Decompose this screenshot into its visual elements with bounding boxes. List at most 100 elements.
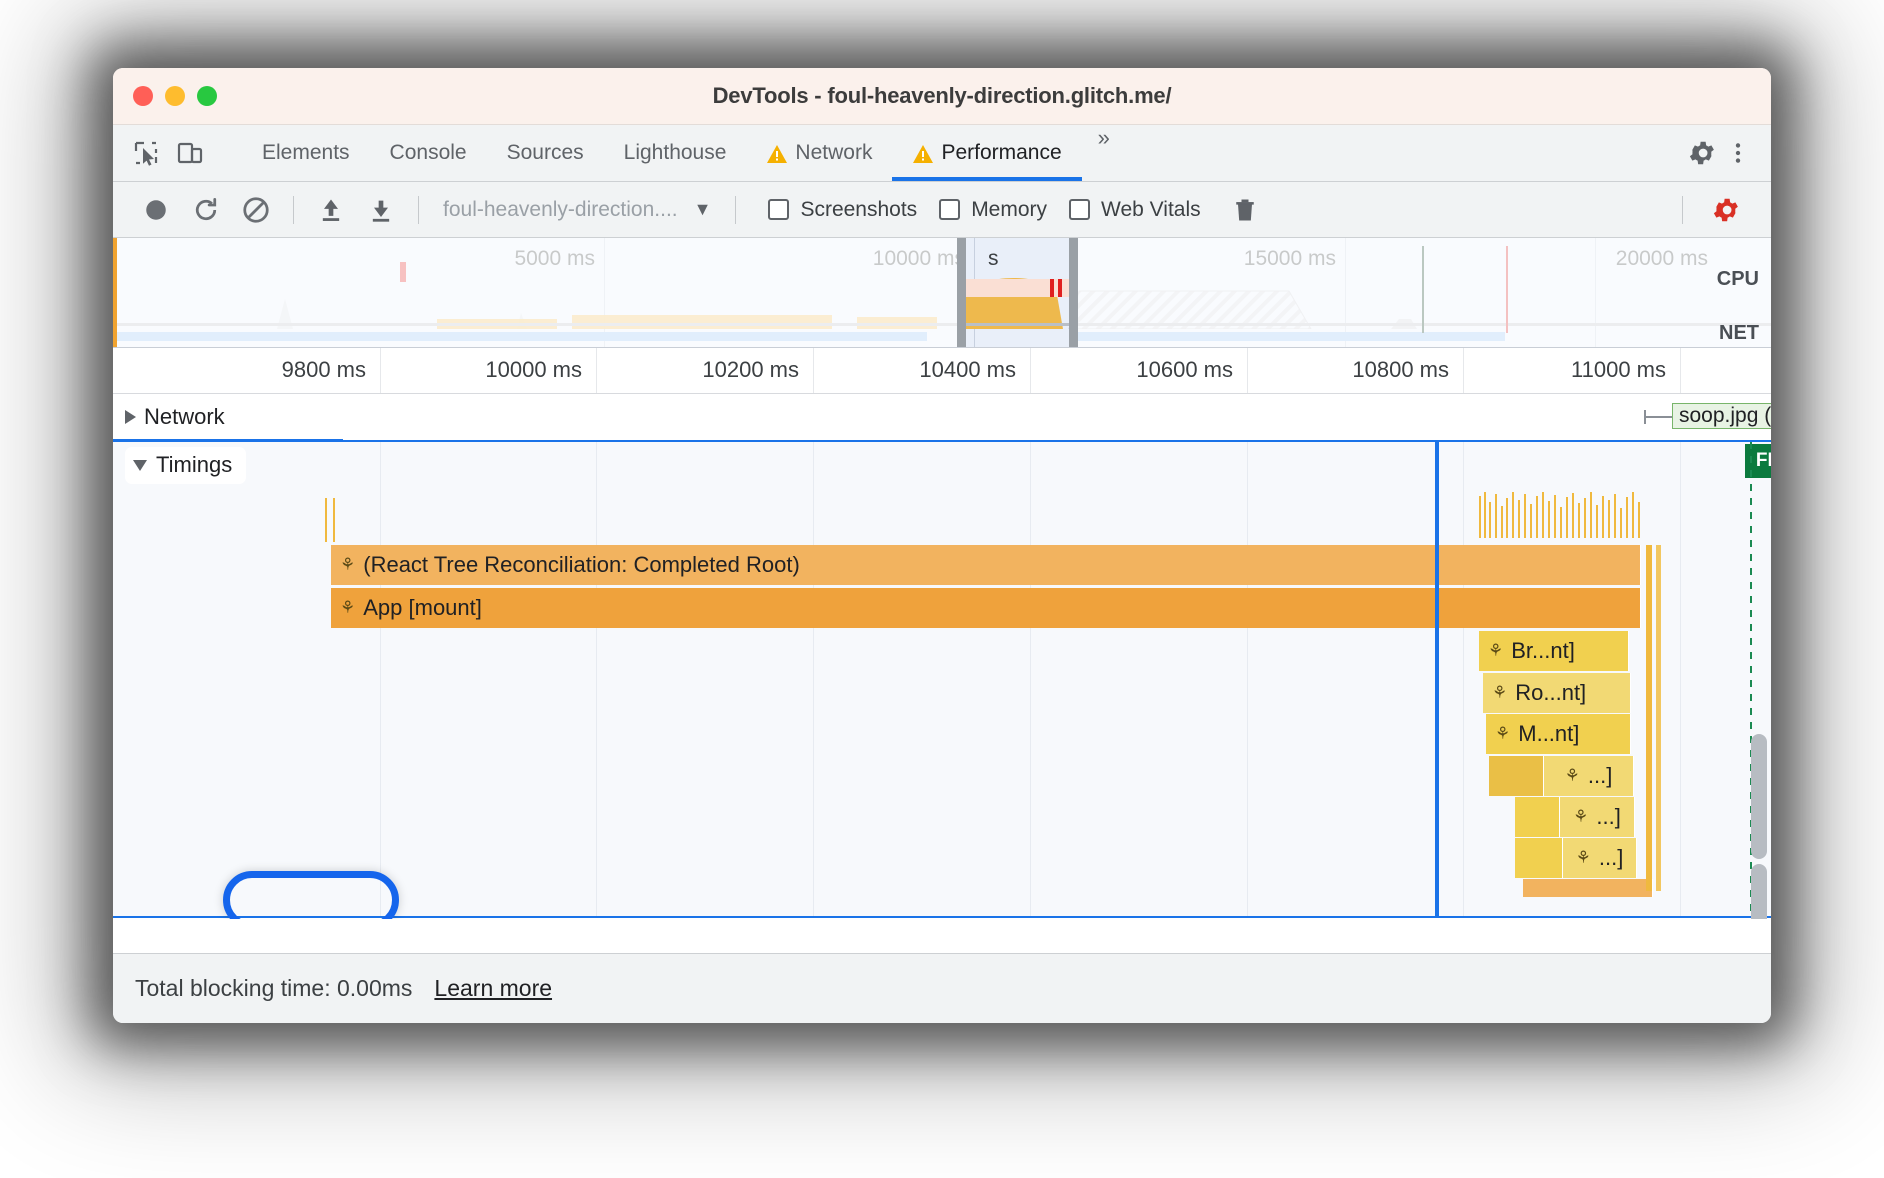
tab-sources-label: Sources <box>506 141 584 164</box>
flame-bar-spacer-2[interactable] <box>1515 797 1560 837</box>
window-title: DevTools - foul-heavenly-direction.glitc… <box>712 83 1172 108</box>
overview-dim-right <box>1078 238 1771 347</box>
timeline-ruler: 9800 ms 10000 ms 10200 ms 10400 ms 10600… <box>113 348 1771 394</box>
profile-select[interactable]: foul-heavenly-direction.... ▼ <box>433 198 721 222</box>
record-circle-icon[interactable] <box>133 190 179 230</box>
flame-chart-area[interactable]: Network soop.jpg (sto FP <box>113 394 1771 919</box>
flame-bar-label: M...nt] <box>1518 721 1580 746</box>
timing-tick-cluster <box>1479 492 1640 538</box>
gear-icon[interactable] <box>1687 138 1717 168</box>
toolbar-divider-4 <box>1682 195 1683 224</box>
tab-console[interactable]: Console <box>370 125 487 181</box>
trash-button[interactable] <box>1231 196 1259 224</box>
flame-sliver-2 <box>1656 545 1661 891</box>
flame-bar-label: ...] <box>1598 845 1624 870</box>
device-toolbar-icon[interactable] <box>175 138 205 168</box>
flame-bar-br-nt[interactable]: ⚘ Br...nt] <box>1479 631 1629 671</box>
tab-elements[interactable]: Elements <box>242 125 370 181</box>
screenshot-root: DevTools - foul-heavenly-direction.glitc… <box>0 0 1884 1178</box>
timings-track-label: Timings <box>156 452 233 477</box>
total-blocking-time: Total blocking time: 0.00ms <box>135 975 413 1001</box>
screenshots-label: Screenshots <box>800 197 918 221</box>
warning-triangle-icon <box>912 144 934 163</box>
network-request-soop-jpg[interactable]: soop.jpg (sto <box>1672 403 1771 429</box>
timing-tick <box>333 498 335 542</box>
badge-fp[interactable]: FP <box>1745 444 1771 478</box>
web-vitals-checkbox[interactable] <box>1069 199 1091 220</box>
devtools-tabbar: Elements Console Sources Lighthouse Netw… <box>113 125 1771 182</box>
checkbox-screenshots[interactable]: Screenshots <box>768 198 917 222</box>
flame-bar-nested-1[interactable]: ⚘ ...] <box>1544 756 1634 796</box>
chevron-down-icon <box>133 459 147 471</box>
tab-network[interactable]: Network <box>746 125 892 181</box>
window-titlebar: DevTools - foul-heavenly-direction.glitc… <box>113 68 1771 125</box>
flame-bar-react-tree-reconciliation[interactable]: ⚘ (React Tree Reconciliation: Completed … <box>331 545 1641 585</box>
overview-window-handle-left[interactable] <box>957 238 966 347</box>
overview-inner-label: s <box>988 247 999 270</box>
save-profile-down-arrow-icon[interactable] <box>358 190 404 230</box>
toolbar-divider-2 <box>418 195 419 224</box>
tabbar-left-icons <box>113 125 242 181</box>
flame-scrollbar-thumb[interactable] <box>1751 734 1767 859</box>
overview-selection-error-1 <box>1050 279 1054 297</box>
react-atom-icon: ⚘ <box>1564 766 1580 785</box>
network-track-header[interactable]: Network <box>113 394 1771 440</box>
checkbox-web-vitals[interactable]: Web Vitals <box>1069 198 1201 222</box>
kebab-menu-icon[interactable] <box>1723 138 1753 168</box>
flame-bar-m-nt[interactable]: ⚘ M...nt] <box>1486 714 1631 754</box>
overview-window-handle-right[interactable] <box>1069 238 1078 347</box>
flame-bar-nested-3[interactable]: ⚘ ...] <box>1563 838 1637 878</box>
chevron-right-icon <box>125 410 136 424</box>
tab-performance[interactable]: Performance <box>892 125 1082 181</box>
flame-bar-partial-bottom[interactable] <box>1523 879 1653 897</box>
memory-checkbox[interactable] <box>939 199 961 220</box>
flame-bar-label: Ro...nt] <box>1515 680 1587 705</box>
timeline-overview[interactable]: 5000 ms 10000 ms 15000 ms 20000 ms <box>113 238 1771 348</box>
tab-lighthouse-label: Lighthouse <box>623 141 727 164</box>
track-network[interactable]: Network soop.jpg (sto <box>113 394 1771 441</box>
ruler-tick-9800: 9800 ms <box>281 357 366 382</box>
ruler-gridline <box>1680 348 1681 393</box>
capture-settings-gear-icon[interactable] <box>1703 190 1749 230</box>
net-track-label: NET <box>1719 322 1759 344</box>
profile-select-value: foul-heavenly-direction.... <box>443 197 678 221</box>
tab-console-label: Console <box>389 141 467 164</box>
more-tabs-button[interactable]: » <box>1082 125 1126 181</box>
flame-bar-spacer-1[interactable] <box>1489 756 1544 796</box>
timings-track-header[interactable]: Timings <box>125 447 247 484</box>
reload-record-icon[interactable] <box>183 190 229 230</box>
memory-label: Memory <box>971 197 1048 221</box>
flame-bar-nested-2[interactable]: ⚘ ...] <box>1560 797 1635 837</box>
tab-lighthouse[interactable]: Lighthouse <box>604 125 747 181</box>
devtools-window: DevTools - foul-heavenly-direction.glitc… <box>113 68 1771 1023</box>
flame-bar-label: ...] <box>1596 804 1621 829</box>
flame-bar-label: (React Tree Reconciliation: Completed Ro… <box>363 552 800 577</box>
ruler-gridline <box>1463 348 1464 393</box>
ruler-tick-10000: 10000 ms <box>485 357 582 382</box>
clear-no-entry-icon[interactable] <box>233 190 279 230</box>
checkbox-memory[interactable]: Memory <box>939 198 1047 222</box>
timeline-playhead[interactable] <box>1435 442 1439 916</box>
toolbar-divider-3 <box>735 195 737 224</box>
load-profile-up-arrow-icon[interactable] <box>308 190 354 230</box>
network-request-whisker <box>1644 416 1672 418</box>
performance-toolbar: foul-heavenly-direction.... ▼ Screenshot… <box>113 182 1771 238</box>
tab-performance-label: Performance <box>941 141 1062 164</box>
learn-more-link[interactable]: Learn more <box>434 975 552 1002</box>
ruler-tick-10800: 10800 ms <box>1352 357 1449 382</box>
ruler-tick-10200: 10200 ms <box>702 357 799 382</box>
tab-sources[interactable]: Sources <box>487 125 604 181</box>
ruler-tick-11000: 11000 ms <box>1571 357 1666 382</box>
track-timings[interactable]: FP FCP <box>113 440 1771 918</box>
ruler-gridline <box>1030 348 1031 393</box>
flame-bar-ro-nt[interactable]: ⚘ Ro...nt] <box>1483 673 1631 713</box>
inspect-cursor-icon[interactable] <box>131 138 161 168</box>
flame-scrollbar-thumb-secondary[interactable] <box>1751 864 1767 919</box>
flame-bar-spacer-3[interactable] <box>1515 838 1563 878</box>
flame-bar-app-mount[interactable]: ⚘ App [mount] <box>331 588 1641 628</box>
flame-bar-label: App [mount] <box>363 595 482 620</box>
tab-network-label: Network <box>795 141 873 164</box>
flame-gridline <box>1247 442 1248 916</box>
screenshots-checkbox[interactable] <box>768 199 790 220</box>
flame-gridline <box>813 442 814 916</box>
